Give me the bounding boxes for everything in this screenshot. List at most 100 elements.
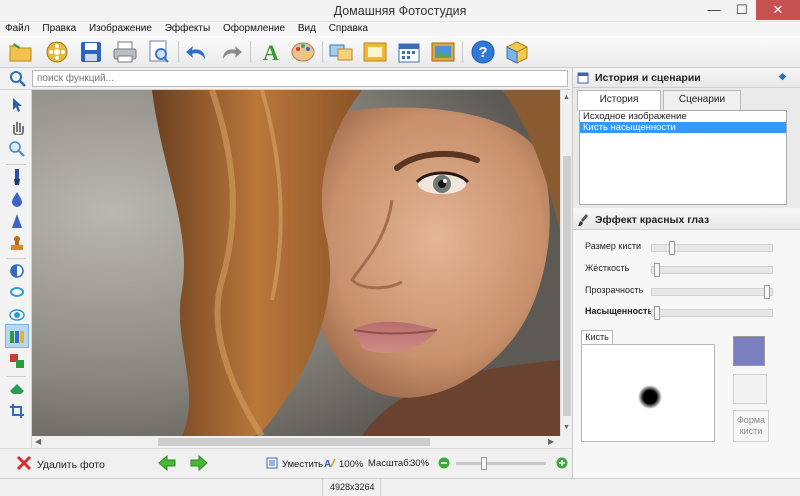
brush-secondary-swatch[interactable]	[733, 374, 767, 404]
horizontal-scrollbar[interactable]: ◀ ▶	[32, 436, 560, 448]
postcard-icon[interactable]	[430, 39, 456, 65]
minimize-button[interactable]: —	[700, 0, 728, 20]
menu-file[interactable]: Файл	[0, 22, 35, 36]
scroll-right-arrow-icon[interactable]: ▶	[548, 437, 554, 446]
save-icon[interactable]	[78, 39, 104, 65]
collapse-panel-icon[interactable]: ◆	[779, 71, 786, 82]
lasso-tool-icon[interactable]	[8, 284, 26, 302]
menu-effects[interactable]: Эффекты	[160, 22, 215, 36]
eye-tool-icon[interactable]	[8, 306, 26, 324]
opacity-slider[interactable]	[651, 285, 773, 299]
frame-icon[interactable]	[362, 39, 388, 65]
palette-icon[interactable]	[290, 39, 316, 65]
eraser-tool-icon[interactable]	[8, 380, 26, 398]
crop-tool-icon[interactable]	[8, 402, 26, 420]
next-photo-arrow-icon[interactable]	[190, 454, 208, 474]
window-title: Домашняя Фотостудия	[333, 4, 467, 18]
scale-value: 30%	[410, 458, 430, 469]
print-preview-icon[interactable]	[146, 39, 172, 65]
saturation-row: Насыщенность	[585, 306, 785, 320]
stamp-tool-icon[interactable]	[8, 234, 26, 252]
delete-photo-button[interactable]: Удалить фото	[16, 455, 105, 474]
hardness-row: Жёсткость	[585, 263, 785, 277]
box-icon[interactable]	[504, 39, 530, 65]
horizontal-scroll-thumb[interactable]	[158, 438, 430, 446]
undo-icon[interactable]	[184, 39, 210, 65]
menu-bar: Файл Правка Изображение Эффекты Оформлен…	[0, 22, 800, 36]
maximize-button[interactable]: ☐	[728, 0, 756, 20]
blur-drop-icon[interactable]	[8, 190, 26, 208]
saturation-label: Насыщенность	[585, 306, 653, 316]
history-list[interactable]: Исходное изображение Кисть насыщенности	[579, 110, 787, 205]
brush-preview-tab[interactable]: Кисть	[581, 330, 613, 344]
pointer-tool-icon[interactable]	[8, 96, 26, 114]
fit-icon	[266, 457, 278, 472]
menu-design[interactable]: Оформление	[218, 22, 290, 36]
collage-icon[interactable]	[328, 39, 354, 65]
brush-preview	[581, 344, 715, 442]
hardness-slider-thumb[interactable]	[654, 263, 660, 277]
color-blocks-icon[interactable]	[8, 352, 26, 370]
zoom-out-icon[interactable]	[438, 457, 450, 472]
tab-scenarios[interactable]: Сценарии	[663, 90, 741, 110]
scale-label: Масштаб:	[368, 458, 412, 469]
close-button[interactable]: ✕	[756, 0, 800, 20]
brush-form-button[interactable]: Форма кисти	[733, 410, 769, 442]
zoom-100-button[interactable]: A 100%	[324, 457, 363, 472]
brush-color-swatch[interactable]	[733, 336, 765, 366]
zoom-tool-icon[interactable]	[8, 140, 26, 158]
vertical-scroll-thumb[interactable]	[563, 156, 571, 416]
text-tool-icon[interactable]: A	[258, 39, 284, 65]
saturation-brush-icon[interactable]	[5, 324, 29, 348]
scroll-up-arrow-icon[interactable]: ▲	[563, 94, 570, 101]
search-input[interactable]	[32, 70, 568, 87]
history-item-selected[interactable]: Кисть насыщенности	[580, 122, 786, 133]
menu-edit[interactable]: Правка	[37, 22, 81, 36]
tab-history[interactable]: История действий	[577, 90, 661, 123]
effect-brush-icon	[577, 213, 589, 230]
tool-bar	[0, 90, 32, 448]
contrast-tool-icon[interactable]	[8, 262, 26, 280]
toolbar: A ?	[0, 36, 800, 68]
zoom-slider-thumb[interactable]	[481, 457, 487, 470]
scroll-down-arrow-icon[interactable]: ▼	[563, 424, 570, 431]
opacity-label: Прозрачность	[585, 285, 644, 295]
opacity-row: Прозрачность	[585, 285, 785, 299]
zoom-in-icon[interactable]	[556, 457, 568, 472]
redo-icon[interactable]	[218, 39, 244, 65]
brush-size-slider-thumb[interactable]	[669, 241, 675, 255]
opacity-slider-thumb[interactable]	[764, 285, 770, 299]
title-bar: Домашняя Фотостудия — ☐ ✕	[0, 0, 800, 22]
history-panel-header: История и сценарии ◆	[573, 68, 800, 88]
help-icon[interactable]: ?	[470, 39, 496, 65]
scroll-left-arrow-icon[interactable]: ◀	[35, 437, 41, 446]
history-item[interactable]: Исходное изображение	[580, 111, 786, 122]
saturation-slider-thumb[interactable]	[654, 306, 660, 320]
previous-photo-arrow-icon[interactable]	[158, 454, 176, 474]
fit-label: Уместить	[282, 459, 324, 470]
effect-panel-title: Эффект красных глаз	[595, 214, 710, 226]
brush-size-label: Размер кисти	[585, 241, 642, 251]
image-dimensions: 4928x3264	[330, 482, 375, 492]
zoom-100-label: 100%	[339, 459, 364, 470]
vertical-scrollbar[interactable]: ▲ ▼	[560, 90, 572, 436]
sharpen-cone-icon[interactable]	[8, 212, 26, 230]
film-reel-icon[interactable]	[44, 39, 70, 65]
open-folder-icon[interactable]	[8, 39, 34, 65]
calendar-icon[interactable]	[396, 39, 422, 65]
hardness-slider[interactable]	[651, 263, 773, 277]
saturation-slider[interactable]	[651, 306, 773, 320]
zoom-100-icon: A	[324, 457, 336, 472]
print-icon[interactable]	[112, 39, 138, 65]
menu-view[interactable]: Вид	[293, 22, 321, 36]
menu-image[interactable]: Изображение	[84, 22, 157, 36]
search-icon	[10, 71, 26, 90]
brush-tool-icon[interactable]	[8, 168, 26, 186]
menu-help[interactable]: Справка	[324, 22, 373, 36]
right-panel: История и сценарии ◆ История действий Сц…	[572, 68, 800, 478]
hand-tool-icon[interactable]	[8, 118, 26, 136]
brush-size-slider[interactable]	[651, 241, 773, 255]
fit-button[interactable]: Уместить	[266, 457, 323, 472]
zoom-slider[interactable]	[456, 457, 546, 470]
photo-canvas[interactable]	[32, 90, 560, 436]
